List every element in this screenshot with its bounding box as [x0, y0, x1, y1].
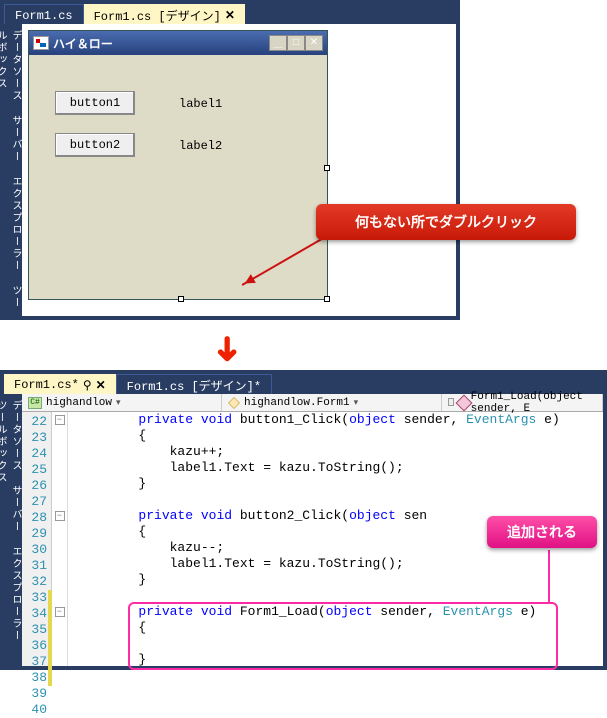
code-line[interactable]: { [68, 428, 603, 444]
resize-handle-east[interactable] [324, 165, 330, 171]
code-line[interactable]: } [68, 652, 603, 668]
line-number-gutter: 22 23 24 25 26 27 28 29 30 31 32 33 34 3… [22, 412, 52, 666]
method-icon [458, 397, 466, 409]
code-line[interactable]: } [68, 476, 603, 492]
code-line[interactable]: private void Form1_Load(object sender, E… [68, 604, 603, 620]
tab-form1-design-code[interactable]: Form1.cs [デザイン]* [116, 374, 272, 394]
close-icon[interactable]: ✕ [96, 378, 106, 393]
code-line[interactable]: kazu++; [68, 444, 603, 460]
line-number: 34 [22, 606, 47, 622]
code-line[interactable]: } [68, 572, 603, 588]
line-number: 23 [22, 430, 47, 446]
chevron-down-icon: ▾ [116, 398, 121, 408]
class-dropdown[interactable]: highandlow.Form1 ▾ [222, 394, 442, 411]
code-line[interactable]: { [68, 620, 603, 636]
csharp-icon: C# [28, 397, 42, 409]
code-line[interactable]: label1.Text = kazu.ToString(); [68, 556, 603, 572]
code-line[interactable]: label1.Text = kazu.ToString(); [68, 460, 603, 476]
line-number: 33 [22, 590, 47, 606]
class-icon [228, 397, 240, 409]
line-number: 26 [22, 478, 47, 494]
label2[interactable]: label2 [179, 139, 222, 153]
button1[interactable]: button1 [55, 91, 135, 115]
tab-label: Form1.cs [デザイン] [94, 7, 221, 24]
code-editor[interactable]: 22 23 24 25 26 27 28 29 30 31 32 33 34 3… [22, 412, 603, 666]
line-number: 35 [22, 622, 47, 638]
line-number: 38 [22, 670, 47, 686]
member-dropdown[interactable]: Form1_Load(object sender, E [442, 394, 603, 411]
ide-code-window: Form1.cs* ⚲ ✕ Form1.cs [デザイン]* データソース サー… [0, 370, 607, 670]
line-number: 31 [22, 558, 47, 574]
code-line[interactable] [68, 668, 603, 684]
tab-form1-cs-code[interactable]: Form1.cs* ⚲ ✕ [4, 374, 116, 394]
code-line[interactable] [68, 492, 603, 508]
close-icon[interactable]: ✕ [225, 8, 235, 23]
designer-surface[interactable]: ハイ＆ロー ＿ □ ✕ button1 label1 button2 label… [22, 24, 456, 316]
annotation-connector [548, 550, 550, 604]
line-number: 22 [22, 414, 47, 430]
annotation-added: 追加される [487, 516, 597, 548]
ide-side-rail-code[interactable]: データソース サーバー エクスプローラー ツールボックス [4, 394, 22, 666]
namespace-dropdown[interactable]: C# highandlow ▾ [22, 394, 222, 411]
tab-label: Form1.cs* [14, 378, 79, 392]
line-number: 40 [22, 702, 47, 718]
resize-handle-south[interactable] [178, 296, 184, 302]
method-name: Form1_Load(object sender, E [471, 391, 596, 415]
line-number: 28 [22, 510, 47, 526]
outline-gutter[interactable]: − − − [52, 412, 68, 666]
class-name: highandlow.Form1 [244, 397, 350, 409]
ide-designer-window: Form1.cs Form1.cs [デザイン] ✕ データソース サーバー エ… [0, 0, 460, 320]
code-line[interactable] [68, 700, 603, 716]
pin-icon[interactable]: ⚲ [83, 378, 92, 393]
maximize-button[interactable]: □ [287, 35, 305, 51]
line-number: 27 [22, 494, 47, 510]
form-app-icon [33, 36, 49, 50]
line-number: 39 [22, 686, 47, 702]
minimize-button[interactable]: ＿ [269, 35, 287, 51]
line-number: 30 [22, 542, 47, 558]
flow-arrow-icon: ➜ [207, 335, 241, 364]
navigation-bar: C# highandlow ▾ highandlow.Form1 ▾ Form1… [22, 394, 603, 412]
line-number: 32 [22, 574, 47, 590]
code-text[interactable]: private void button1_Click(object sender… [68, 412, 603, 666]
code-line[interactable] [68, 636, 603, 652]
form-title: ハイ＆ロー [53, 35, 113, 52]
fold-toggle-icon[interactable]: − [55, 415, 65, 425]
annotation-doubleclick: 何もない所でダブルクリック [316, 204, 576, 240]
line-number: 36 [22, 638, 47, 654]
fold-toggle-icon[interactable]: − [55, 511, 65, 521]
chevron-down-icon: ▾ [354, 398, 359, 408]
button2[interactable]: button2 [55, 133, 135, 157]
fold-toggle-icon[interactable]: − [55, 607, 65, 617]
code-line[interactable] [68, 684, 603, 700]
line-number: 37 [22, 654, 47, 670]
form-titlebar: ハイ＆ロー ＿ □ ✕ [29, 31, 327, 55]
line-number: 29 [22, 526, 47, 542]
namespace-name: highandlow [46, 397, 112, 409]
line-number: 25 [22, 462, 47, 478]
close-button[interactable]: ✕ [305, 35, 323, 51]
tab-form1-design[interactable]: Form1.cs [デザイン] ✕ [84, 4, 245, 24]
tab-bar: Form1.cs Form1.cs [デザイン] ✕ [4, 4, 456, 24]
code-line[interactable]: private void button1_Click(object sender… [68, 412, 603, 428]
code-line[interactable] [68, 588, 603, 604]
tab-form1-cs[interactable]: Form1.cs [4, 4, 84, 24]
line-number: 24 [22, 446, 47, 462]
resize-handle-se[interactable] [324, 296, 330, 302]
label1[interactable]: label1 [179, 97, 222, 111]
lock-icon [448, 398, 454, 406]
ide-side-rail[interactable]: データソース サーバー エクスプローラー ツールボックス [4, 24, 22, 316]
